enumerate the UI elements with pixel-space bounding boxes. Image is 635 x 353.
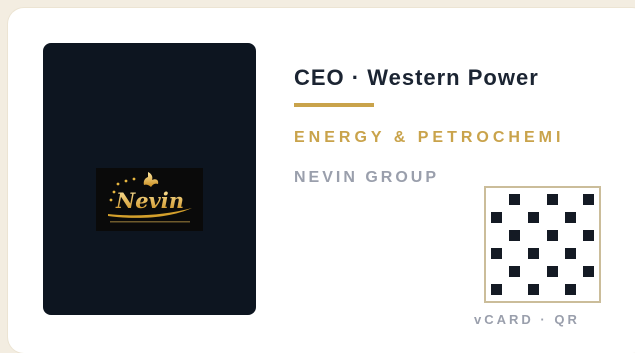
qr-caption: vCARD · QR: [474, 312, 580, 327]
vcard-qr-code[interactable]: [484, 186, 601, 303]
qr-code-icon: [491, 194, 594, 295]
logo-panel: Nevin: [43, 43, 256, 315]
company-logo: Nevin: [96, 168, 203, 231]
business-card: Nevin CEO · Western Power ENERGY & PETRO…: [8, 8, 635, 353]
industry-subtitle: ENERGY & PETROCHEMI: [294, 129, 565, 146]
eagle-logo-icon: Nevin: [96, 168, 203, 231]
job-title: CEO · Western Power: [294, 65, 539, 90]
title-underline: [294, 103, 374, 107]
organization-name: NEVIN GROUP: [294, 169, 440, 186]
logo-wordmark: Nevin: [115, 188, 184, 213]
